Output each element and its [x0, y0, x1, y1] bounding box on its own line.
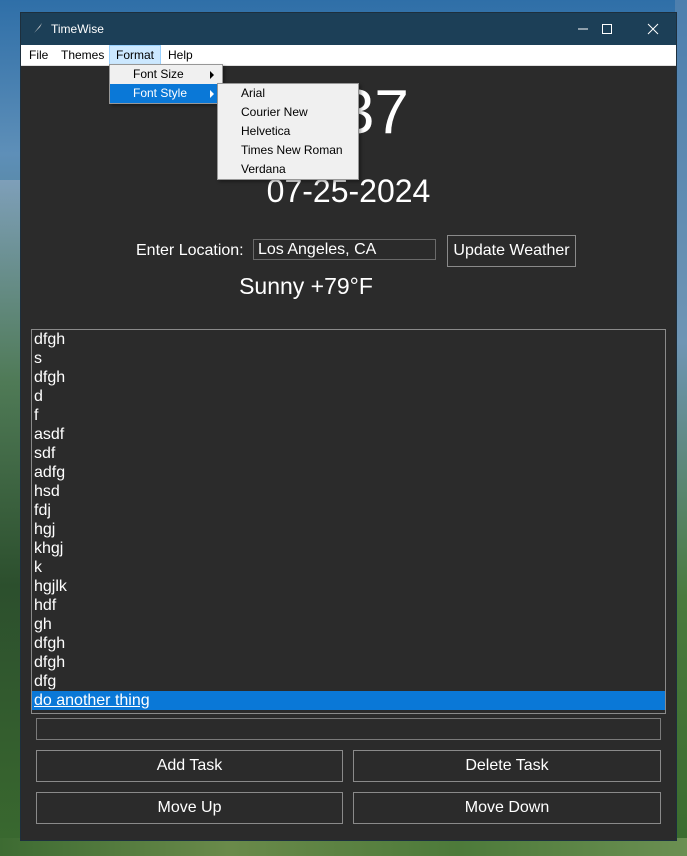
list-item[interactable]: s [32, 349, 665, 368]
window-title: TimeWise [51, 22, 104, 36]
list-item[interactable]: d [32, 387, 665, 406]
menu-item-courier-new[interactable]: Courier New [218, 103, 358, 122]
move-down-button[interactable]: Move Down [353, 792, 661, 824]
list-item[interactable]: asdf [32, 425, 665, 444]
list-item-selected[interactable]: do another thing [32, 691, 665, 710]
list-item[interactable]: hsd [32, 482, 665, 501]
list-item[interactable]: dfg [32, 672, 665, 691]
title-bar[interactable]: TimeWise [21, 13, 676, 45]
feather-icon [31, 21, 45, 35]
menu-bar: File Themes Format Help [21, 45, 676, 66]
list-item[interactable]: hgj [32, 520, 665, 539]
update-weather-button[interactable]: Update Weather [447, 235, 576, 267]
menu-help[interactable]: Help [162, 45, 199, 65]
menu-item-helvetica[interactable]: Helvetica [218, 122, 358, 141]
menu-item-font-size[interactable]: Font Size [110, 65, 222, 84]
font-style-submenu: Arial Courier New Helvetica Times New Ro… [217, 83, 359, 180]
menu-item-label: Font Style [133, 86, 188, 100]
list-item[interactable]: dfgh [32, 653, 665, 672]
weather-status: Sunny +79°F [239, 273, 373, 299]
menu-item-times-new-roman[interactable]: Times New Roman [218, 141, 358, 160]
maximize-icon [602, 24, 612, 34]
format-menu: Font Size Font Style [109, 64, 223, 104]
list-item[interactable]: k [32, 558, 665, 577]
list-item[interactable]: khgj [32, 539, 665, 558]
menu-item-verdana[interactable]: Verdana [218, 160, 358, 179]
menu-item-font-style[interactable]: Font Style [110, 84, 222, 103]
list-item[interactable]: fdj [32, 501, 665, 520]
add-task-button[interactable]: Add Task [36, 750, 343, 782]
list-item[interactable]: hdf [32, 596, 665, 615]
location-label: Enter Location: [136, 242, 244, 259]
list-item[interactable]: dfgh [32, 634, 665, 653]
menu-themes[interactable]: Themes [55, 45, 110, 65]
list-item[interactable]: hgjlk [32, 577, 665, 596]
list-item[interactable]: adfg [32, 463, 665, 482]
desktop-wallpaper-left [0, 180, 22, 856]
close-icon [647, 23, 659, 35]
menu-file[interactable]: File [23, 45, 54, 65]
submenu-arrow-icon [210, 90, 214, 98]
submenu-arrow-icon [210, 71, 214, 79]
list-item[interactable]: dfgh [32, 368, 665, 387]
list-item[interactable]: gh [32, 615, 665, 634]
close-button[interactable] [630, 13, 676, 45]
delete-task-button[interactable]: Delete Task [353, 750, 661, 782]
location-input[interactable]: Los Angeles, CA [253, 239, 436, 260]
task-input[interactable] [36, 718, 661, 740]
move-up-button[interactable]: Move Up [36, 792, 343, 824]
menu-item-arial[interactable]: Arial [218, 84, 358, 103]
maximize-button[interactable] [584, 13, 630, 45]
list-item[interactable]: sdf [32, 444, 665, 463]
task-list[interactable]: dfgh s dfgh d f asdf sdf adfg hsd fdj hg… [31, 329, 666, 714]
menu-format[interactable]: Format [109, 45, 162, 65]
list-item[interactable]: dfgh [32, 330, 665, 349]
list-item[interactable]: f [32, 406, 665, 425]
menu-item-label: Font Size [133, 67, 184, 81]
